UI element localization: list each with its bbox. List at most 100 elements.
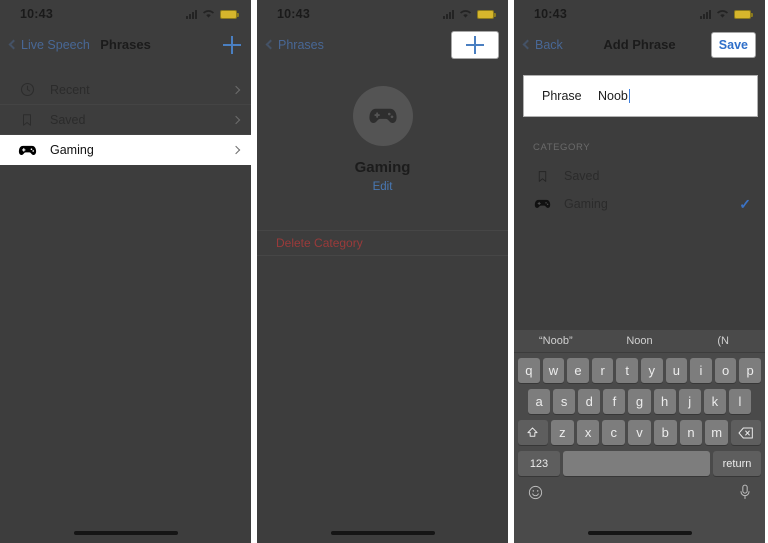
key-h[interactable]: h (653, 389, 676, 414)
avatar (352, 86, 413, 146)
phrases-category-list: Recent Saved Gaming (0, 75, 251, 165)
list-item-gaming[interactable]: Gaming (0, 135, 251, 165)
key-e[interactable]: e (567, 358, 589, 383)
key-k[interactable]: k (703, 389, 726, 414)
emoji-icon[interactable] (528, 485, 543, 500)
phrase-input[interactable]: Noob (598, 89, 628, 103)
gamepad-icon (16, 144, 38, 157)
list-item-label: Recent (50, 82, 90, 97)
phrase-field-row[interactable]: Phrase Noob (524, 76, 757, 116)
key-y[interactable]: y (641, 358, 663, 383)
battery-icon (220, 9, 239, 19)
cellular-signal-icon (186, 9, 197, 19)
status-time: 10:43 (20, 7, 53, 21)
key-p[interactable]: p (739, 358, 761, 383)
prediction-3[interactable]: (N (681, 335, 765, 347)
key-j[interactable]: j (678, 389, 701, 414)
status-bar: 10:43 (514, 0, 765, 28)
status-time: 10:43 (534, 7, 567, 21)
category-option-gaming[interactable]: Gaming ✓ (514, 190, 765, 218)
screenshot-stage: 10:43 Live Speech Phrases Recent Saved G… (0, 0, 768, 543)
status-bar: 10:43 (257, 0, 508, 28)
key-c[interactable]: c (602, 420, 626, 445)
list-item-label: Gaming (50, 143, 94, 157)
shift-icon[interactable] (517, 420, 548, 445)
onscreen-keyboard: “Noob” Noon (N q w e r t y u i o p a s d… (514, 330, 765, 543)
save-button[interactable]: Save (719, 38, 748, 52)
status-icons (186, 9, 239, 19)
microphone-icon[interactable] (739, 484, 751, 500)
key-s[interactable]: s (553, 389, 576, 414)
key-q[interactable]: q (518, 358, 540, 383)
key-w[interactable]: w (542, 358, 565, 383)
cellular-signal-icon (443, 9, 454, 19)
back-button-live-speech[interactable]: Live Speech (8, 37, 90, 52)
phrase-field-label: Phrase (542, 89, 582, 103)
phone-panel-1: 10:43 Live Speech Phrases Recent Saved G… (0, 0, 251, 543)
key-f[interactable]: f (603, 389, 626, 414)
prediction-1[interactable]: “Noob” (514, 335, 598, 347)
status-bar: 10:43 (0, 0, 251, 28)
gamepad-icon (532, 198, 552, 210)
key-l[interactable]: l (728, 389, 751, 414)
key-u[interactable]: u (665, 358, 688, 383)
category-hero: Gaming Edit (257, 86, 508, 193)
panel-1-navbar: Live Speech Phrases (0, 28, 251, 61)
key-x[interactable]: x (576, 420, 600, 445)
panel-2-screen: 10:43 Phrases Gaming Edit Delete Categor… (257, 0, 508, 543)
keyboard-row-3: z x c v b n m (516, 420, 763, 445)
backspace-icon[interactable] (731, 420, 762, 445)
key-t[interactable]: t (616, 358, 638, 383)
cellular-signal-icon (700, 9, 711, 19)
status-icons (443, 9, 496, 19)
back-button-phrases[interactable]: Phrases (265, 38, 324, 52)
home-indicator (587, 531, 692, 535)
numbers-key[interactable]: 123 (518, 451, 560, 476)
add-phrase-button[interactable] (466, 35, 484, 54)
add-phrase-button[interactable] (223, 35, 241, 54)
prediction-2[interactable]: Noon (598, 335, 682, 347)
delete-category-button[interactable]: Delete Category (257, 230, 508, 256)
section-header-category: CATEGORY (533, 142, 591, 153)
save-button-highlight[interactable]: Save (711, 32, 755, 57)
chevron-left-icon (522, 39, 533, 50)
key-d[interactable]: d (578, 389, 601, 414)
keyboard-rows: q w e r t y u i o p a s d f g h j k l z … (514, 353, 765, 500)
key-i[interactable]: i (690, 358, 712, 383)
key-n[interactable]: n (679, 420, 703, 445)
category-option-list: Saved Gaming ✓ (514, 162, 765, 218)
panel-1-nav-right (223, 35, 241, 54)
return-key[interactable]: return (713, 451, 761, 476)
category-option-saved[interactable]: Saved (514, 162, 765, 190)
back-button-label: Live Speech (21, 37, 90, 52)
key-g[interactable]: g (628, 389, 651, 414)
key-o[interactable]: o (714, 358, 737, 383)
list-item-recent[interactable]: Recent (0, 75, 251, 105)
chevron-left-icon (8, 39, 19, 50)
list-item-saved[interactable]: Saved (0, 105, 251, 135)
key-b[interactable]: b (653, 420, 677, 445)
key-r[interactable]: r (591, 358, 614, 383)
key-m[interactable]: m (705, 420, 729, 445)
checkmark-icon: ✓ (739, 195, 751, 212)
home-indicator (73, 531, 178, 535)
key-a[interactable]: a (528, 389, 551, 414)
panel-3-navbar: Back Add Phrase Save (514, 28, 765, 61)
key-z[interactable]: z (550, 420, 574, 445)
battery-icon (477, 9, 496, 19)
chevron-right-icon (231, 115, 241, 124)
chevron-left-icon (265, 39, 276, 50)
back-button[interactable]: Back (522, 38, 563, 52)
key-v[interactable]: v (628, 420, 651, 445)
edit-button[interactable]: Edit (257, 181, 508, 193)
keyboard-row-2: a s d f g h j k l (516, 389, 763, 414)
text-cursor (628, 89, 631, 103)
clock-icon (16, 82, 38, 97)
status-icons (700, 9, 753, 19)
keyboard-row-4: 123 return (516, 451, 763, 476)
add-phrase-button-highlight[interactable] (452, 31, 498, 58)
panel-2-navbar: Phrases (257, 28, 508, 61)
wifi-icon (202, 9, 215, 19)
gamepad-icon (368, 106, 398, 126)
space-key[interactable] (563, 451, 710, 476)
